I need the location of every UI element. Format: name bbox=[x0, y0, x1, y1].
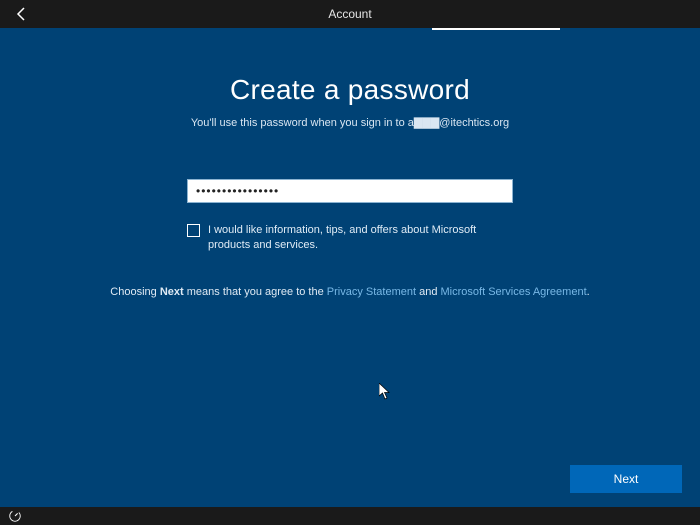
next-button[interactable]: Next bbox=[570, 465, 682, 493]
password-input[interactable] bbox=[187, 179, 513, 203]
page-subtitle: You'll use this password when you sign i… bbox=[191, 116, 509, 129]
subtitle-email-domain: @itechtics.org bbox=[439, 117, 509, 129]
tab-underline bbox=[432, 28, 560, 30]
subtitle-prefix: You'll use this password when you sign i… bbox=[191, 117, 408, 129]
agreement-next-word: Next bbox=[160, 286, 184, 298]
main-content: Create a password You'll use this passwo… bbox=[0, 30, 700, 298]
ease-of-access-icon[interactable] bbox=[8, 509, 22, 523]
page-title: Create a password bbox=[230, 74, 470, 106]
newsletter-checkbox[interactable] bbox=[187, 224, 200, 237]
titlebar-title: Account bbox=[328, 7, 371, 21]
titlebar: Account bbox=[0, 0, 700, 30]
bottombar bbox=[0, 507, 700, 525]
back-arrow-icon bbox=[14, 6, 30, 22]
back-button[interactable] bbox=[14, 6, 30, 22]
newsletter-checkbox-label: I would like information, tips, and offe… bbox=[208, 223, 513, 254]
mouse-cursor-icon bbox=[379, 383, 393, 406]
agreement-mid1: means that you agree to the bbox=[184, 286, 327, 298]
subtitle-email-obscured: a▇▇▇ bbox=[408, 117, 440, 129]
agreement-prefix: Choosing bbox=[110, 286, 160, 298]
privacy-statement-link[interactable]: Privacy Statement bbox=[327, 286, 416, 298]
agreement-suffix: . bbox=[587, 286, 590, 298]
agreement-mid2: and bbox=[416, 286, 440, 298]
agreement-text: Choosing Next means that you agree to th… bbox=[110, 286, 589, 298]
services-agreement-link[interactable]: Microsoft Services Agreement bbox=[441, 286, 587, 298]
newsletter-checkbox-row: I would like information, tips, and offe… bbox=[187, 223, 513, 254]
